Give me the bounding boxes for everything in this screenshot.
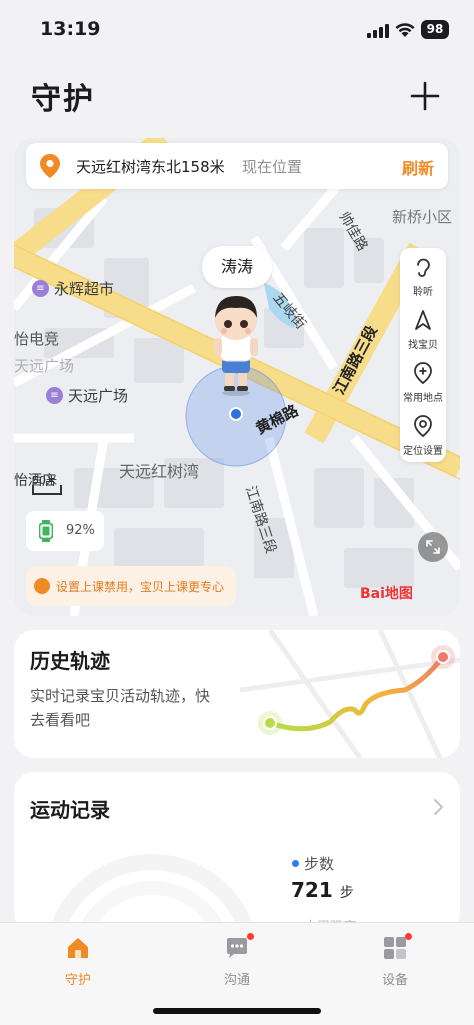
sport-title: 运动记录 bbox=[30, 798, 110, 822]
wifi-icon bbox=[395, 23, 415, 37]
poi-yonghui[interactable]: ≡ 永辉超市 bbox=[32, 278, 114, 299]
history-description: 实时记录宝贝活动轨迹，快去看看吧 bbox=[30, 687, 211, 729]
location-address: 天远红树湾东北158米 bbox=[76, 158, 225, 176]
tool-listen-label: 聆听 bbox=[413, 287, 433, 298]
ear-icon bbox=[417, 258, 430, 277]
poi-tianyuan-plaza-label: 天远广场 bbox=[68, 387, 129, 405]
battery-indicator: 98 bbox=[421, 20, 449, 39]
navigate-icon bbox=[415, 310, 431, 330]
watch-icon bbox=[39, 520, 53, 542]
tool-location-settings[interactable]: 定位设置 bbox=[400, 409, 446, 461]
tab-chat[interactable]: 沟通 bbox=[197, 933, 277, 993]
map-label-yidianjing: 怡电竞 bbox=[14, 330, 60, 348]
status-time: 13:19 bbox=[40, 18, 101, 40]
map-label-xinqiao: 新桥小区 bbox=[392, 208, 453, 226]
steps-label: 步数 bbox=[304, 855, 335, 873]
tab-device[interactable]: 设备 bbox=[355, 933, 435, 993]
steps-value: 721 bbox=[291, 878, 333, 902]
chat-icon bbox=[227, 938, 247, 958]
add-location-icon bbox=[414, 362, 432, 384]
tool-find-child[interactable]: 找宝贝 bbox=[400, 303, 446, 355]
map-card[interactable]: 天远红树湾东北158米 现在位置 刷新 新桥小区 ≡ 永辉超市 怡电竞 天远广场 … bbox=[14, 138, 460, 616]
tab-chat-label: 沟通 bbox=[223, 973, 250, 988]
status-bar: 13:19 98 bbox=[0, 0, 474, 60]
watch-clock-icon bbox=[34, 578, 50, 594]
tool-find-child-label: 找宝贝 bbox=[408, 340, 438, 351]
history-title: 历史轨迹 bbox=[30, 649, 110, 673]
page-title: 守护 bbox=[31, 82, 95, 117]
sport-record-card[interactable]: 运动记录 步数 721 步 本周强度 bbox=[14, 772, 460, 932]
shop-icon: ≡ bbox=[32, 280, 49, 297]
refresh-button[interactable]: 刷新 bbox=[402, 155, 434, 179]
watch-battery-chip: 92% bbox=[26, 511, 104, 551]
history-track-card[interactable]: 历史轨迹 实时记录宝贝活动轨迹，快去看看吧 bbox=[14, 630, 460, 758]
class-mode-tip[interactable]: 设置上课禁用，宝贝上课更专心 bbox=[26, 566, 236, 606]
map-tools-panel: 聆听 找宝贝 常用地点 定位设置 bbox=[400, 248, 446, 462]
location-settings-icon bbox=[414, 415, 432, 437]
map-label-hongshuwan: 天远红树湾 bbox=[119, 462, 200, 481]
tool-common-places-label: 常用地点 bbox=[403, 393, 443, 404]
device-grid-icon bbox=[384, 937, 406, 959]
shop-icon: ≡ bbox=[46, 387, 63, 404]
tab-guard-label: 守护 bbox=[64, 973, 91, 988]
tool-listen[interactable]: 聆听 bbox=[400, 250, 446, 302]
steps-unit: 步 bbox=[339, 885, 354, 901]
poi-tianyuan-plaza[interactable]: ≡ 天远广场 bbox=[46, 385, 128, 406]
map-label-tianyuan-faded: 天远广场 bbox=[14, 357, 75, 375]
tool-common-places[interactable]: 常用地点 bbox=[400, 356, 446, 408]
steps-legend-dot bbox=[292, 860, 299, 867]
steps-ring-chart bbox=[48, 854, 256, 932]
device-badge bbox=[405, 933, 412, 940]
cellular-signal-icon bbox=[367, 24, 389, 38]
steps-value-row: 721 步 bbox=[291, 878, 354, 902]
map-scale-label: 50米 bbox=[32, 474, 57, 487]
plus-icon[interactable] bbox=[407, 78, 443, 114]
chevron-right-icon[interactable] bbox=[432, 798, 444, 816]
expand-map-icon[interactable] bbox=[418, 532, 448, 562]
home-indicator bbox=[153, 1008, 321, 1014]
chat-badge bbox=[247, 933, 254, 940]
tab-device-label: 设备 bbox=[381, 973, 408, 988]
home-icon bbox=[68, 938, 88, 958]
tool-location-settings-label: 定位设置 bbox=[403, 446, 443, 457]
child-name-bubble[interactable]: 涛涛 bbox=[202, 246, 272, 288]
map-provider-logo: Bai地图 bbox=[360, 586, 413, 602]
tab-guard[interactable]: 守护 bbox=[38, 933, 118, 993]
location-current-label: 现在位置 bbox=[242, 158, 303, 176]
history-route-illustration bbox=[240, 630, 460, 758]
poi-yonghui-label: 永辉超市 bbox=[54, 280, 115, 298]
class-mode-tip-text: 设置上课禁用，宝贝上课更专心 bbox=[56, 580, 225, 594]
watch-battery-percent: 92% bbox=[66, 523, 95, 538]
location-pin-icon bbox=[40, 154, 60, 178]
location-bar: 天远红树湾东北158米 现在位置 刷新 bbox=[26, 143, 448, 189]
